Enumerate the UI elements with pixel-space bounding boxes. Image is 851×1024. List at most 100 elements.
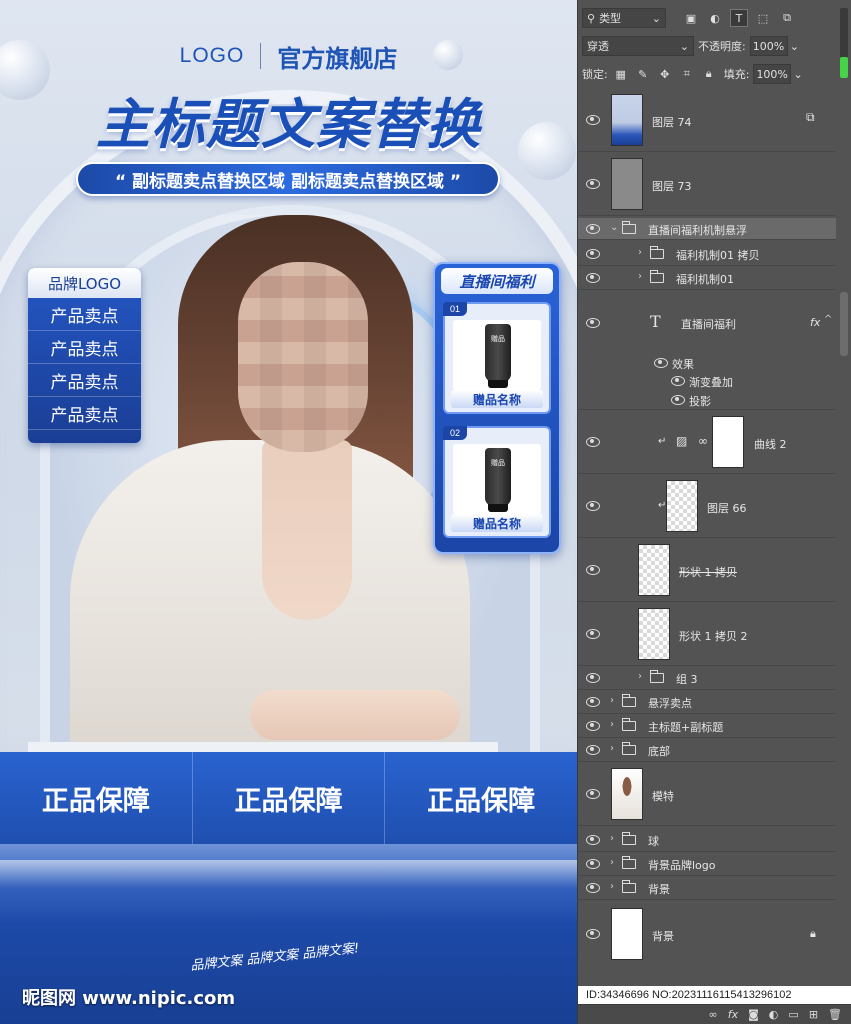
layer-row[interactable]: › 福利机制01 [578,266,836,290]
layer-row[interactable]: 图层 73 [578,152,836,216]
filter-type-icon[interactable]: T [730,9,748,27]
chevron-right-icon[interactable]: › [638,271,642,282]
selling-point: 产品卖点 [28,298,141,331]
filter-pixel-icon[interactable]: ▣ [682,9,700,27]
eye-icon[interactable] [586,883,600,893]
layer-effect-row[interactable]: 渐变叠加 [578,372,836,390]
layer-row[interactable]: ↵ ▨ ∞ 曲线 2 [578,410,836,474]
filter-smart-object-icon[interactable]: ⧉ [778,9,796,27]
fill-input[interactable]: 100% [753,64,792,84]
chevron-up-icon[interactable]: ^ [824,314,832,325]
eye-icon[interactable] [586,249,600,259]
layer-name: 效果 [672,358,694,371]
layer-row[interactable]: › 球 [578,828,836,852]
filter-toggle-track[interactable] [840,8,848,78]
gift-image: 赠品 [453,320,541,390]
tube-product-icon: 赠品 [485,324,511,382]
lock-position-icon[interactable]: ✥ [656,65,674,83]
blend-mode-select[interactable]: 穿透 ⌄ [582,36,694,56]
filter-kind-select[interactable]: ⚲ 类型 ⌄ [582,8,666,28]
layer-name: 投影 [689,395,711,408]
layer-row[interactable]: › 主标题+副标题 [578,714,836,738]
opacity-input[interactable]: 100% [749,36,788,56]
lock-transparent-icon[interactable]: ▦ [612,65,630,83]
eye-icon[interactable] [586,697,600,707]
layer-row[interactable]: T 直播间福利 fx ^ [578,290,836,354]
eye-icon[interactable] [586,629,600,639]
chevron-down-icon[interactable]: ⌄ [793,68,802,81]
adjustment-icon[interactable]: ◐ [769,1008,779,1021]
layer-row[interactable]: 模特 [578,762,836,826]
chevron-right-icon[interactable]: › [638,671,642,682]
chevron-down-icon[interactable]: ⌄ [610,222,618,233]
lock-all-icon[interactable]: 🔒︎ [700,65,718,83]
eye-icon[interactable] [586,565,600,575]
layer-row[interactable]: › 福利机制01 拷贝 [578,242,836,266]
layer-row[interactable]: › 悬浮卖点 [578,690,836,714]
eye-icon[interactable] [586,179,600,189]
eye-icon[interactable] [586,318,600,328]
scrollbar-thumb[interactable] [840,292,848,356]
folder-icon [622,742,636,755]
guarantee-item: 正品保障 [0,752,193,844]
eye-icon[interactable] [586,501,600,511]
layer-row[interactable]: › 背景品牌logo [578,852,836,876]
chevron-right-icon[interactable]: › [610,695,614,706]
eye-icon[interactable] [586,224,600,234]
gift-number: 02 [443,426,467,440]
chevron-down-icon: ⌄ [679,39,689,53]
chevron-down-icon[interactable]: ⌄ [790,40,799,53]
eye-icon[interactable] [586,859,600,869]
folder-icon [622,856,636,869]
eye-icon[interactable] [586,835,600,845]
opacity-label: 不透明度: [698,40,746,53]
folder-icon [622,832,636,845]
eye-icon[interactable] [586,273,600,283]
layer-row[interactable]: ↵ 图层 66 [578,474,836,538]
layer-effect-row[interactable]: 投影 [578,390,836,410]
fx-icon[interactable]: fx [728,1008,738,1021]
layer-name: 组 3 [676,673,698,686]
link-icon[interactable]: ∞ [709,1008,718,1021]
layer-thumbnail [611,768,643,820]
new-layer-icon[interactable]: ⊞ [809,1008,818,1021]
fx-icon[interactable]: fx [810,316,820,329]
trash-icon[interactable]: 🗑︎ [828,1008,842,1021]
eye-icon[interactable] [586,745,600,755]
eye-icon[interactable] [586,929,600,939]
chevron-right-icon[interactable]: › [638,247,642,258]
lock-brush-icon[interactable]: ✎ [634,65,652,83]
eye-icon[interactable] [586,721,600,731]
layer-row[interactable]: › 组 3 [578,666,836,690]
filter-shape-icon[interactable]: ⬚ [754,9,772,27]
layer-row[interactable]: ⌄ 直播间福利机制悬浮 [578,218,836,240]
layer-row[interactable]: 形状 1 拷贝 2 [578,602,836,666]
eye-icon[interactable] [654,358,668,368]
layer-row[interactable]: › 背景 [578,876,836,900]
eye-icon[interactable] [586,437,600,447]
layer-row[interactable]: 背景 🔒︎ [578,902,836,966]
layer-row[interactable]: › 底部 [578,738,836,762]
chevron-right-icon[interactable]: › [610,833,614,844]
eye-icon[interactable] [586,673,600,683]
eye-icon[interactable] [586,115,600,125]
chevron-right-icon[interactable]: › [610,881,614,892]
model-arm [250,690,460,740]
chevron-right-icon[interactable]: › [610,719,614,730]
model-neck [262,440,352,620]
layer-thumbnail [611,158,643,210]
eye-icon[interactable] [586,789,600,799]
layer-effects-row[interactable]: 效果 [578,354,836,372]
layer-row[interactable]: 图层 74 ⧉ [578,88,836,152]
chevron-right-icon[interactable]: › [610,857,614,868]
eye-icon[interactable] [671,395,685,405]
filter-adjustment-icon[interactable]: ◐ [706,9,724,27]
layer-name: 背景 [652,930,674,943]
mask-icon[interactable]: ◙ [748,1008,759,1021]
new-group-icon[interactable]: ▭ [788,1008,798,1021]
layer-name: 直播间福利 [681,318,736,331]
lock-artboard-icon[interactable]: ⌗ [678,65,696,83]
chevron-right-icon[interactable]: › [610,743,614,754]
eye-icon[interactable] [671,376,685,386]
layer-row[interactable]: 形状 1 拷贝 [578,538,836,602]
